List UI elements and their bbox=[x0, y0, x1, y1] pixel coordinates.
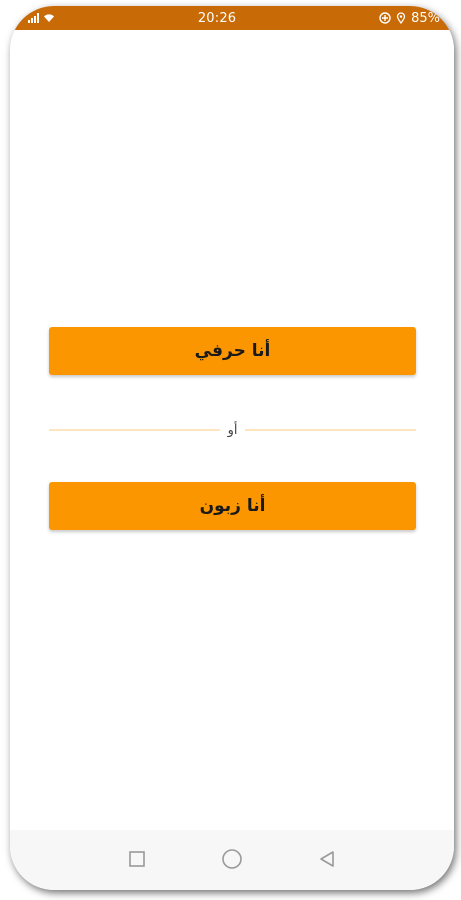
location-icon bbox=[395, 12, 407, 25]
status-left bbox=[28, 13, 55, 23]
recent-apps-button[interactable] bbox=[126, 848, 148, 870]
home-icon bbox=[222, 849, 242, 869]
main-content: أنا حرفي أو أنا زبون bbox=[10, 30, 454, 830]
or-divider: أو bbox=[49, 422, 417, 438]
client-button-label: أنا زبون bbox=[199, 496, 266, 516]
phone-screen: 20:26 85% أنا حرفي أو أنا زبون bbox=[10, 6, 454, 890]
back-button[interactable] bbox=[316, 848, 338, 870]
wifi-icon bbox=[43, 13, 55, 23]
status-time: 20:26 bbox=[197, 10, 237, 26]
back-icon bbox=[319, 851, 334, 867]
status-bar: 20:26 85% bbox=[10, 6, 454, 30]
data-saver-icon bbox=[379, 12, 391, 24]
divider-line-left bbox=[49, 429, 220, 431]
navigation-bar bbox=[10, 830, 454, 890]
divider-line-right bbox=[245, 429, 417, 431]
home-button[interactable] bbox=[221, 848, 243, 870]
status-right: 85% bbox=[379, 11, 440, 26]
divider-text: أو bbox=[227, 422, 238, 438]
artisan-button-label: أنا حرفي bbox=[194, 341, 271, 361]
battery-level: 85% bbox=[411, 10, 440, 26]
recent-apps-icon bbox=[129, 851, 146, 867]
page: 20:26 85% أنا حرفي أو أنا زبون bbox=[0, 0, 461, 900]
client-button[interactable]: أنا زبون bbox=[49, 482, 416, 530]
signal-icon bbox=[28, 13, 39, 23]
artisan-button[interactable]: أنا حرفي bbox=[49, 327, 416, 375]
